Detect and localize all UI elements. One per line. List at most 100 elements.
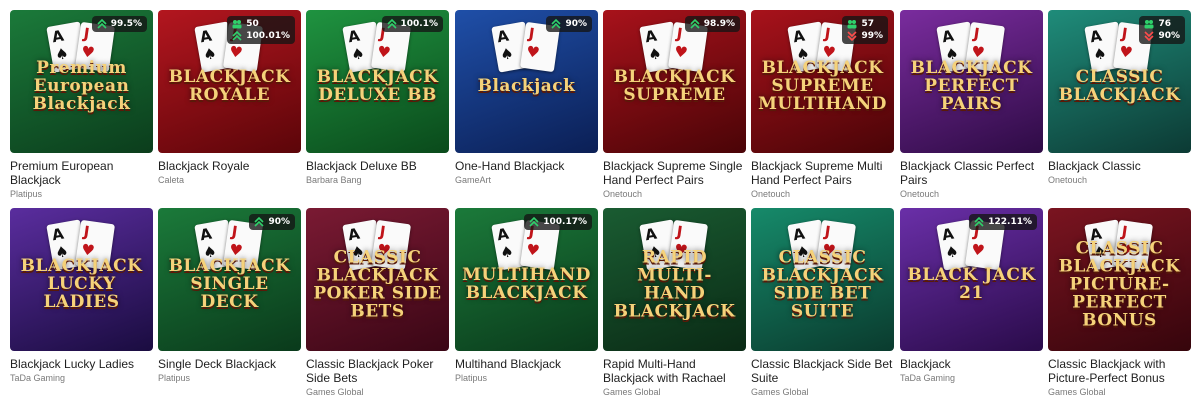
game-title[interactable]: Premium European Blackjack: [10, 159, 153, 187]
rtp-chevron-icon: [847, 31, 858, 41]
rtp-row: 100.17%: [529, 217, 587, 227]
game-tile[interactable]: A ♠ J ♥ BLACKJACK DELUXE BB 100.1% Black…: [306, 10, 449, 186]
players-icon: [1144, 19, 1154, 29]
rtp-value: 99.5%: [110, 19, 142, 29]
players-count: 76: [1158, 19, 1171, 29]
game-provider: GameArt: [455, 175, 492, 185]
game-tile[interactable]: A ♠ J ♥ BLACKJACK SINGLE DECK 90% Single…: [158, 208, 301, 384]
players-row: 57: [847, 19, 883, 29]
game-provider: Games Global: [751, 387, 809, 397]
game-title[interactable]: Blackjack Lucky Ladies: [10, 357, 153, 371]
players-count: 50: [246, 19, 259, 29]
game-title[interactable]: Blackjack Supreme Multi Hand Perfect Pai…: [751, 159, 894, 187]
rtp-row: 99.5%: [97, 19, 142, 29]
stats-badge: 100.1%: [381, 16, 443, 32]
stats-badge: 100.17%: [524, 214, 592, 230]
game-thumbnail[interactable]: A ♠ J ♥ Blackjack 90%: [455, 10, 598, 153]
game-logo: CLASSIC BLACKJACK SIDE BET SUITE: [761, 247, 884, 322]
game-thumbnail[interactable]: A ♠ J ♥ Premium European Blackjack 99.5%: [10, 10, 153, 153]
game-logo: RAPID MULTI-HAND BLACKJACK: [613, 247, 736, 322]
game-thumbnail[interactable]: A ♠ J ♥ RAPID MULTI-HAND BLACKJACK: [603, 208, 746, 351]
game-tile[interactable]: A ♠ J ♥ BLACKJACK SUPREME 98.9% Blackjac…: [603, 10, 746, 200]
game-logo: BLACKJACK LUCKY LADIES: [20, 256, 143, 313]
rtp-value: 100.1%: [400, 19, 439, 29]
game-logo: BLACKJACK DELUXE BB: [316, 67, 439, 106]
rtp-value: 90%: [565, 19, 587, 29]
game-tile[interactable]: A♠ J♥ CLASSIC BLACKJACK SIDE BET SUITE: [751, 208, 894, 398]
game-title[interactable]: Classic Blackjack Poker Side Bets: [306, 357, 449, 385]
game-tile[interactable]: A♠ J♥ BLACK JACK 21 122.11% Blackjack: [900, 208, 1043, 384]
game-provider: Onetouch: [603, 189, 643, 199]
game-thumbnail[interactable]: A ♠ J ♥ BLACKJACK PERFECT PAIRS: [900, 10, 1043, 153]
game-thumbnail[interactable]: A ♠ J ♥ CLASSIC BLACKJACK 76 90%: [1048, 10, 1191, 153]
game-title[interactable]: Blackjack Classic Perfect Pairs: [900, 159, 1043, 187]
stats-badge: 50 100.01%: [227, 16, 295, 44]
game-logo: MULTIHAND BLACKJACK: [462, 265, 591, 304]
rtp-value: 122.11%: [988, 217, 1032, 227]
stats-badge: 122.11%: [969, 214, 1037, 230]
rtp-chevron-icon: [386, 19, 397, 29]
game-tile[interactable]: A♠ J♥ Premium European Blackjack 99.5%: [10, 10, 153, 200]
game-tile[interactable]: A ♠ J ♥ MULTIHAND BLACKJACK 100.17% Mult…: [455, 208, 598, 384]
game-thumbnail[interactable]: A ♠ J ♥ BLACKJACK DELUXE BB 100.1%: [306, 10, 449, 153]
rtp-row: 90%: [254, 217, 290, 227]
game-thumbnail[interactable]: A ♠ J ♥ BLACK JACK 21 122.11%: [900, 208, 1043, 351]
game-logo: BLACK JACK 21: [907, 265, 1036, 304]
stats-badge: 90%: [249, 214, 295, 230]
game-thumbnail[interactable]: A ♠ J ♥ MULTIHAND BLACKJACK 100.17%: [455, 208, 598, 351]
game-provider: Caleta: [158, 175, 185, 185]
game-tile[interactable]: A ♠ J ♥ CLASSIC BLACKJACK PICTURE-PERFECT …: [1048, 208, 1191, 398]
game-title[interactable]: Single Deck Blackjack: [158, 357, 301, 371]
game-tile[interactable]: A ♠ J ♥ Blackjack 90% One-Hand Blackjack…: [455, 10, 598, 186]
game-provider: Onetouch: [751, 189, 791, 199]
game-thumbnail[interactable]: A ♠ J ♥ CLASSIC BLACKJACK SIDE BET SUITE: [751, 208, 894, 351]
game-title[interactable]: Blackjack Royale: [158, 159, 301, 173]
players-icon: [232, 19, 242, 29]
game-thumbnail[interactable]: A ♠ J ♥ CLASSIC BLACKJACK PICTURE-PERFECT …: [1048, 208, 1191, 351]
game-logo: BLACKJACK PERFECT PAIRS: [910, 58, 1033, 115]
game-tile[interactable]: A ♠ J ♥ CLASSIC BLACKJACK POKER SIDE BETS: [306, 208, 449, 398]
rtp-value: 99%: [861, 31, 883, 41]
stats-badge: 57 99%: [842, 16, 888, 44]
rtp-row: 100.1%: [386, 19, 439, 29]
game-tile[interactable]: A♠ J♥ BLACKJACK ROYALE 50 100.01% Blac: [158, 10, 301, 186]
game-provider: Onetouch: [900, 189, 940, 199]
game-title[interactable]: Blackjack Supreme Single Hand Perfect Pa…: [603, 159, 746, 187]
players-row: 76: [1144, 19, 1180, 29]
game-tile[interactable]: A ♠ J ♥ RAPID MULTI-HAND BLACKJACK Rapid…: [603, 208, 746, 398]
game-thumbnail[interactable]: A♠ J♥ BLACKJACK ROYALE 50 100.01%: [158, 10, 301, 153]
game-provider: Platipus: [455, 373, 488, 383]
game-provider: TaDa Gaming: [10, 373, 66, 383]
game-title[interactable]: Blackjack Deluxe BB: [306, 159, 449, 173]
rtp-row: 100.01%: [232, 31, 290, 41]
game-logo: CLASSIC BLACKJACK POKER SIDE BETS: [313, 247, 442, 322]
game-thumbnail[interactable]: A ♠ J ♥ BLACKJACK LUCKY LADIES: [10, 208, 153, 351]
game-title[interactable]: Multihand Blackjack: [455, 357, 598, 371]
game-logo: CLASSIC BLACKJACK: [1058, 67, 1181, 106]
rtp-chevron-icon: [232, 31, 242, 41]
game-tile[interactable]: A ♠ J ♥ BLACKJACK PERFECT PAIRS Blackjac…: [900, 10, 1043, 200]
game-thumbnail[interactable]: A ♠ J ♥ BLACKJACK SINGLE DECK 90%: [158, 208, 301, 351]
game-logo: Premium European Blackjack: [32, 58, 131, 115]
rtp-chevron-icon: [690, 19, 700, 29]
game-provider: TaDa Gaming: [900, 373, 956, 383]
game-logo: BLACKJACK SINGLE DECK: [168, 256, 291, 313]
game-title[interactable]: Rapid Multi-Hand Blackjack with Rachael: [603, 357, 746, 385]
game-thumbnail[interactable]: A ♠ J ♥ BLACKJACK SUPREME 98.9%: [603, 10, 746, 153]
game-thumbnail[interactable]: A ♠ J ♥ CLASSIC BLACKJACK POKER SIDE BETS: [306, 208, 449, 351]
game-provider: Games Global: [1048, 387, 1106, 397]
game-thumbnail[interactable]: A ♠ J ♥ BLACKJACK SUPREME MULTIHAND 57 99%: [751, 10, 894, 153]
game-title[interactable]: Classic Blackjack with Picture-Perfect B…: [1048, 357, 1191, 385]
game-tile[interactable]: A ♠ J ♥ BLACKJACK SUPREME MULTIHAND 57 99%: [751, 10, 894, 200]
game-title[interactable]: Blackjack: [900, 357, 1043, 371]
game-tile[interactable]: A ♠ J ♥ BLACKJACK LUCKY LADIES Blackjack…: [10, 208, 153, 384]
game-title[interactable]: One-Hand Blackjack: [455, 159, 598, 173]
game-title[interactable]: Blackjack Classic: [1048, 159, 1191, 173]
rtp-row: 98.9%: [690, 19, 735, 29]
rtp-row: 99%: [847, 31, 883, 41]
game-title[interactable]: Classic Blackjack Side Bet Suite: [751, 357, 894, 385]
players-row: 50: [232, 19, 290, 29]
game-provider: Games Global: [603, 387, 661, 397]
game-logo: BLACKJACK ROYALE: [168, 67, 291, 106]
game-tile[interactable]: A♠ J♥ CLASSIC BLACKJACK 76 90% Blackja: [1048, 10, 1191, 186]
